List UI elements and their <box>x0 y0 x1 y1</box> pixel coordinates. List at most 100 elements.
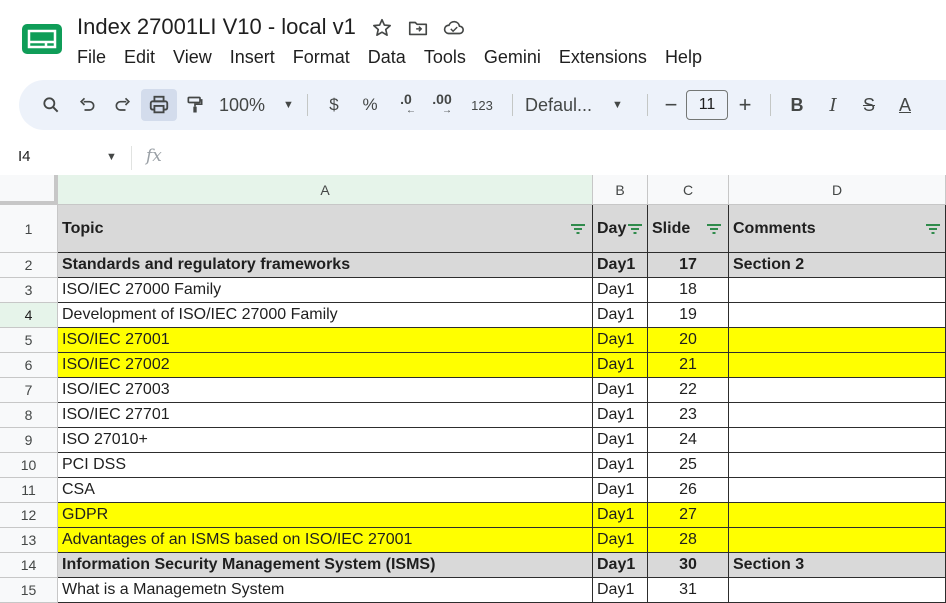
increase-font-size-button[interactable]: + <box>728 89 762 121</box>
row-header[interactable]: 2 <box>0 253 58 278</box>
menu-gemini[interactable]: Gemini <box>475 44 550 70</box>
cell-day[interactable]: Day1 <box>593 528 648 553</box>
menu-edit[interactable]: Edit <box>115 44 164 70</box>
decrease-decimal-button[interactable]: .0 ← <box>388 89 424 121</box>
cell-comments[interactable] <box>729 503 946 528</box>
cell-day[interactable]: Day1 <box>593 403 648 428</box>
menu-extensions[interactable]: Extensions <box>550 44 656 70</box>
column-header-d[interactable]: D <box>729 175 946 205</box>
column-header-c[interactable]: C <box>648 175 729 205</box>
cell-topic[interactable]: GDPR <box>58 503 593 528</box>
row-header[interactable]: 14 <box>0 553 58 578</box>
filter-icon[interactable] <box>706 223 722 235</box>
cell-comments[interactable]: Section 2 <box>729 253 946 278</box>
cell-comments[interactable] <box>729 453 946 478</box>
cell-day[interactable]: Day1 <box>593 553 648 578</box>
header-cell-day[interactable]: Day <box>593 205 648 253</box>
text-color-button[interactable]: A <box>887 89 923 121</box>
cell-slide[interactable]: 17 <box>648 253 729 278</box>
cell-day[interactable]: Day1 <box>593 328 648 353</box>
cell-day[interactable]: Day1 <box>593 303 648 328</box>
cell-slide[interactable]: 28 <box>648 528 729 553</box>
row-header[interactable]: 9 <box>0 428 58 453</box>
cell-comments[interactable] <box>729 378 946 403</box>
cell-slide[interactable]: 26 <box>648 478 729 503</box>
row-header[interactable]: 4 <box>0 303 58 328</box>
menu-insert[interactable]: Insert <box>221 44 284 70</box>
row-header[interactable]: 15 <box>0 578 58 603</box>
percent-format-button[interactable]: % <box>352 89 388 121</box>
cell-slide[interactable]: 18 <box>648 278 729 303</box>
sheets-logo-icon[interactable] <box>20 22 64 56</box>
name-box[interactable]: I4 <box>18 148 31 165</box>
cell-day[interactable]: Day1 <box>593 378 648 403</box>
cell-topic[interactable]: ISO/IEC 27000 Family <box>58 278 593 303</box>
menu-tools[interactable]: Tools <box>415 44 475 70</box>
cell-topic[interactable]: PCI DSS <box>58 453 593 478</box>
cell-comments[interactable] <box>729 403 946 428</box>
cell-slide[interactable]: 20 <box>648 328 729 353</box>
cell-day[interactable]: Day1 <box>593 278 648 303</box>
cell-day[interactable]: Day1 <box>593 478 648 503</box>
redo-icon[interactable] <box>105 89 141 121</box>
cloud-saved-icon[interactable] <box>442 16 466 40</box>
cell-topic[interactable]: Information Security Management System (… <box>58 553 593 578</box>
strikethrough-button[interactable]: S <box>851 89 887 121</box>
bold-button[interactable]: B <box>779 89 815 121</box>
cell-day[interactable]: Day1 <box>593 353 648 378</box>
filter-icon[interactable] <box>627 223 643 235</box>
header-cell-slide[interactable]: Slide <box>648 205 729 253</box>
cell-slide[interactable]: 31 <box>648 578 729 603</box>
cell-day[interactable]: Day1 <box>593 428 648 453</box>
row-header[interactable]: 11 <box>0 478 58 503</box>
move-to-folder-icon[interactable] <box>406 16 430 40</box>
cell-comments[interactable] <box>729 428 946 453</box>
font-size-input[interactable]: 11 <box>686 90 728 120</box>
cell-slide[interactable]: 21 <box>648 353 729 378</box>
cell-slide[interactable]: 25 <box>648 453 729 478</box>
zoom-select[interactable]: 100% ▼ <box>213 89 299 121</box>
menu-help[interactable]: Help <box>656 44 711 70</box>
cell-topic[interactable]: ISO/IEC 27002 <box>58 353 593 378</box>
row-header[interactable]: 12 <box>0 503 58 528</box>
cell-comments[interactable]: Section 3 <box>729 553 946 578</box>
header-cell-comments[interactable]: Comments <box>729 205 946 253</box>
cell-day[interactable]: Day1 <box>593 578 648 603</box>
cell-topic[interactable]: ISO/IEC 27701 <box>58 403 593 428</box>
search-menus-icon[interactable] <box>33 89 69 121</box>
filter-icon[interactable] <box>925 223 941 235</box>
cell-comments[interactable] <box>729 528 946 553</box>
paint-format-icon[interactable] <box>177 89 213 121</box>
menu-view[interactable]: View <box>164 44 221 70</box>
cell-topic[interactable]: ISO 27010+ <box>58 428 593 453</box>
menu-format[interactable]: Format <box>284 44 359 70</box>
menu-data[interactable]: Data <box>359 44 415 70</box>
column-header-a[interactable]: A <box>58 175 593 205</box>
column-header-b[interactable]: B <box>593 175 648 205</box>
cell-slide[interactable]: 22 <box>648 378 729 403</box>
cell-topic[interactable]: ISO/IEC 27003 <box>58 378 593 403</box>
cell-topic[interactable]: CSA <box>58 478 593 503</box>
row-header[interactable]: 5 <box>0 328 58 353</box>
cell-comments[interactable] <box>729 478 946 503</box>
cell-slide[interactable]: 19 <box>648 303 729 328</box>
cell-topic[interactable]: Development of ISO/IEC 27000 Family <box>58 303 593 328</box>
row-header[interactable]: 8 <box>0 403 58 428</box>
row-header[interactable]: 6 <box>0 353 58 378</box>
menu-file[interactable]: File <box>68 44 115 70</box>
cell-slide[interactable]: 23 <box>648 403 729 428</box>
cell-comments[interactable] <box>729 578 946 603</box>
filter-icon[interactable] <box>570 223 586 235</box>
print-icon[interactable] <box>141 89 177 121</box>
row-header[interactable]: 3 <box>0 278 58 303</box>
row-header[interactable]: 7 <box>0 378 58 403</box>
undo-icon[interactable] <box>69 89 105 121</box>
cell-day[interactable]: Day1 <box>593 503 648 528</box>
header-cell-topic[interactable]: Topic <box>58 205 593 253</box>
row-header[interactable]: 1 <box>0 205 58 253</box>
cell-topic[interactable]: Standards and regulatory frameworks <box>58 253 593 278</box>
cell-slide[interactable]: 30 <box>648 553 729 578</box>
more-formats-button[interactable]: 123 <box>460 89 504 121</box>
select-all-corner[interactable] <box>0 175 58 205</box>
cell-comments[interactable] <box>729 278 946 303</box>
